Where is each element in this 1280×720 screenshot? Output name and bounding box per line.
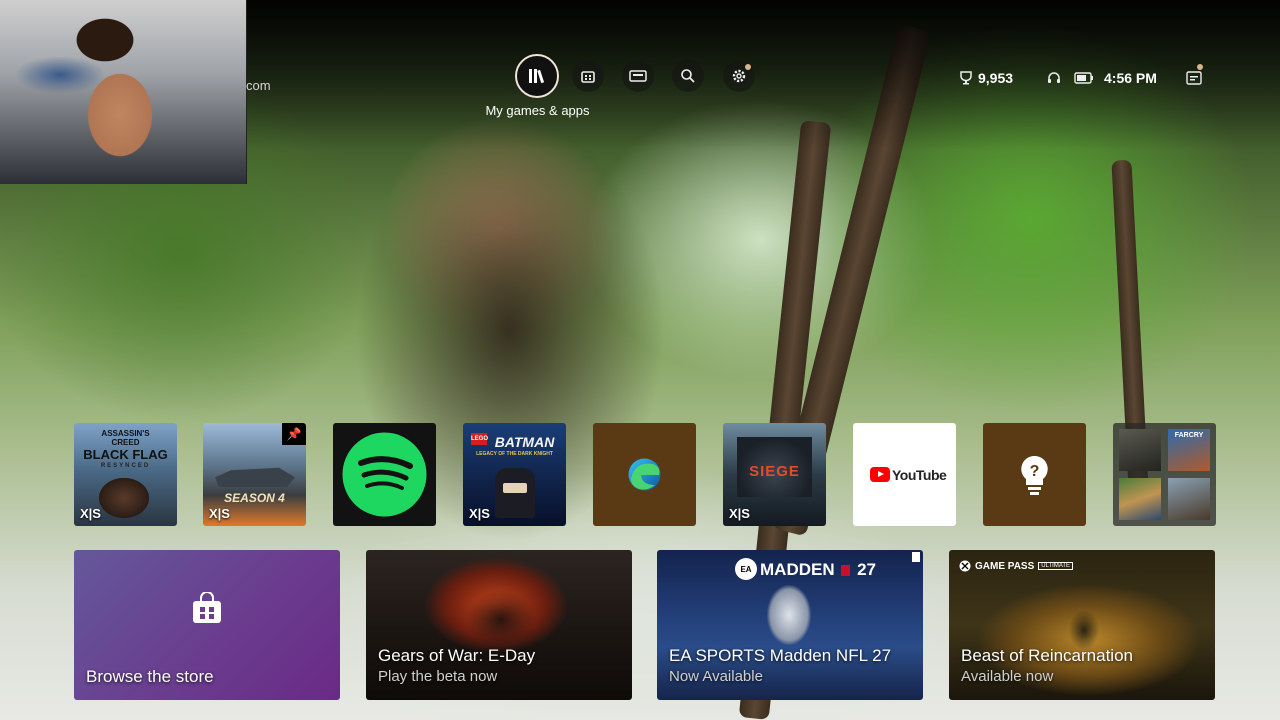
- card-subtitle: Now Available: [669, 668, 763, 685]
- battery-icon: [1074, 72, 1093, 84]
- tile-art: [99, 478, 149, 518]
- store-icon: [193, 592, 221, 623]
- card-subtitle: Play the beta now: [378, 668, 498, 685]
- tile-tips[interactable]: ?: [983, 423, 1086, 526]
- xs-badge: X|S: [80, 506, 101, 521]
- card-title: EA SPORTS Madden NFL 27: [669, 646, 892, 665]
- card-browse-store[interactable]: Browse the store: [74, 550, 340, 700]
- search-icon: [681, 69, 695, 83]
- gear-icon: [732, 69, 746, 83]
- card-gears-of-war[interactable]: Gears of War: E-Day Play the beta now: [366, 550, 632, 700]
- notifications-dot: [1197, 64, 1203, 70]
- tile-youtube[interactable]: YouTube: [853, 423, 956, 526]
- notifications-button[interactable]: [1186, 69, 1202, 87]
- nav-game-pass-button[interactable]: [622, 60, 654, 92]
- batman-face: [503, 483, 527, 493]
- card-title: Gears of War: E-Day: [378, 646, 536, 665]
- svg-text:?: ?: [1030, 463, 1040, 480]
- tile-title-line1: ASSASSIN'S: [101, 429, 150, 438]
- card-subtitle: Available now: [961, 668, 1054, 685]
- ultimate-badge: ULTIMATE: [1038, 562, 1074, 570]
- trophy-icon: [960, 71, 972, 85]
- game-pass-icon: [629, 70, 647, 82]
- tile-spotify[interactable]: [333, 423, 436, 526]
- farcry-label: FARCRY: [1174, 432, 1204, 439]
- card-beast-of-reincarnation[interactable]: GAME PASS ULTIMATE Beast of Reincarnatio…: [949, 550, 1215, 700]
- lightbulb-icon: ?: [1021, 455, 1048, 495]
- pin-icon: 📌: [282, 423, 306, 445]
- xbox-logo-icon: [959, 560, 971, 572]
- headset-status: [1046, 69, 1062, 87]
- group-tile-3: [1119, 478, 1161, 520]
- tile-title-line3: LEGACY OF THE DARK KNIGHT: [476, 451, 553, 457]
- library-icon: [529, 69, 545, 84]
- tile-group[interactable]: FARCRY: [1113, 423, 1216, 526]
- rating-badge-icon: [912, 552, 920, 562]
- gamerscore-value: 9,953: [978, 70, 1014, 86]
- card-art: [466, 590, 536, 650]
- battery-status: [1074, 69, 1094, 87]
- card-madden[interactable]: EA MADDEN 27 EA SPORTS Madden NFL 27 Now…: [657, 550, 923, 700]
- tile-art: [215, 467, 295, 487]
- clock: 4:56 PM: [1104, 70, 1157, 86]
- store-icon: [581, 71, 595, 83]
- tile-title-line2: BATMAN: [494, 434, 555, 450]
- tile-lego-batman[interactable]: LEGO BATMAN LEGACY OF THE DARK KNIGHT X|…: [463, 423, 566, 526]
- group-tile-2: FARCRY: [1168, 429, 1210, 471]
- player-figure: [767, 585, 811, 645]
- batman-figure: [495, 468, 535, 518]
- group-tile-1: [1119, 429, 1161, 471]
- settings-notification-dot: [745, 64, 751, 70]
- tile-title-line2: CREED: [111, 438, 140, 447]
- card-art: [1069, 610, 1099, 650]
- tile-title-line3: BLACK FLAG: [83, 447, 168, 462]
- tile-battlefield[interactable]: SEASON 4 📌 X|S: [203, 423, 306, 526]
- youtube-play-icon: [870, 467, 890, 482]
- madden-logo-text: MADDEN: [760, 560, 835, 579]
- madden-logo-number: 27: [857, 560, 876, 579]
- tile-siege[interactable]: SIEGE X|S: [723, 423, 826, 526]
- webcam-overlay: [0, 0, 247, 184]
- madden-logo: MADDEN 27: [760, 560, 876, 580]
- group-tile-4: [1168, 478, 1210, 520]
- card-title: Beast of Reincarnation: [961, 646, 1133, 665]
- tile-title-line1: SEASON 4: [224, 491, 285, 505]
- tile-title-line1: SIEGE: [749, 463, 800, 480]
- game-pass-logo: GAME PASS ULTIMATE: [959, 560, 1074, 572]
- xs-badge: X|S: [469, 506, 490, 521]
- spotify-icon: [342, 432, 427, 517]
- xs-badge: X|S: [209, 506, 230, 521]
- webcam-overlay-text: com: [246, 78, 271, 93]
- ea-logo-icon: EA: [735, 558, 757, 580]
- gamerscore: 9,953: [958, 69, 1013, 87]
- headset-icon: [1048, 72, 1060, 83]
- xs-badge: X|S: [729, 506, 750, 521]
- card-title: Browse the store: [86, 667, 214, 686]
- youtube-label: YouTube: [892, 467, 947, 483]
- nfl-shield-icon: [841, 565, 851, 577]
- tile-edge[interactable]: [593, 423, 696, 526]
- nav-active-label: My games & apps: [485, 103, 590, 118]
- nav-search-button[interactable]: [672, 60, 704, 92]
- nav-my-games-apps-button[interactable]: [515, 54, 559, 98]
- nav-store-button[interactable]: [572, 60, 604, 92]
- game-pass-logo-text: GAME PASS: [975, 560, 1035, 572]
- edge-icon: [628, 458, 661, 491]
- tile-title-line4: RESYNCED: [100, 463, 151, 469]
- tile-assassins-creed[interactable]: ASSASSIN'S CREED BLACK FLAG RESYNCED X|S: [74, 423, 177, 526]
- notifications-icon: [1186, 71, 1202, 85]
